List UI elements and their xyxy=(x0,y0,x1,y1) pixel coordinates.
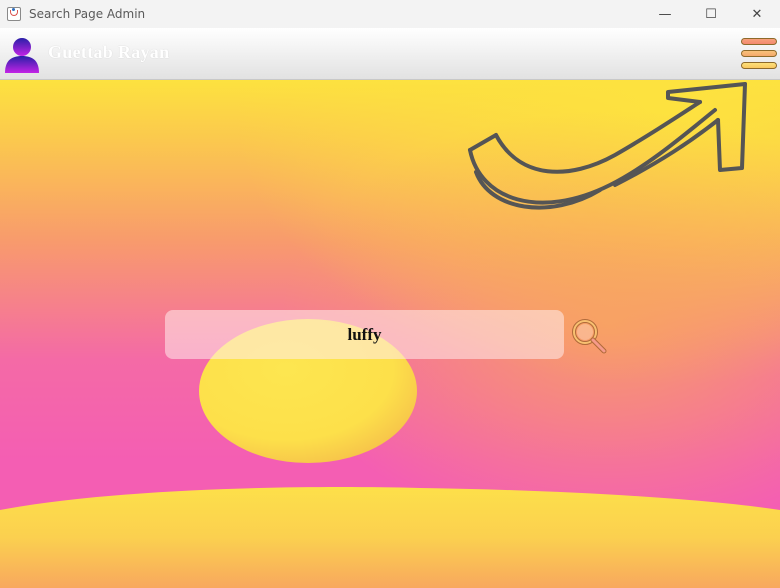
user-avatar-icon xyxy=(4,36,40,74)
app-window: Search Page Admin — ☐ ✕ Guettab Rayan xyxy=(0,0,780,588)
window-controls: — ☐ ✕ xyxy=(642,0,780,28)
hamburger-menu-icon[interactable] xyxy=(740,36,780,72)
maximize-button[interactable]: ☐ xyxy=(688,0,734,28)
minimize-button[interactable]: — xyxy=(642,0,688,28)
window-title: Search Page Admin xyxy=(29,7,146,21)
menu-bar-top xyxy=(741,38,777,45)
app-header: Guettab Rayan xyxy=(0,28,780,80)
search-input[interactable] xyxy=(165,310,564,359)
search-field-container xyxy=(165,310,564,359)
java-app-icon xyxy=(7,7,21,21)
ground-shape xyxy=(0,487,780,588)
menu-bar-middle xyxy=(741,50,777,57)
magnifier-icon[interactable] xyxy=(570,318,608,354)
title-bar: Search Page Admin — ☐ ✕ xyxy=(0,0,780,28)
user-name: Guettab Rayan xyxy=(48,42,170,62)
close-button[interactable]: ✕ xyxy=(734,0,780,28)
menu-bar-bottom xyxy=(741,62,777,69)
